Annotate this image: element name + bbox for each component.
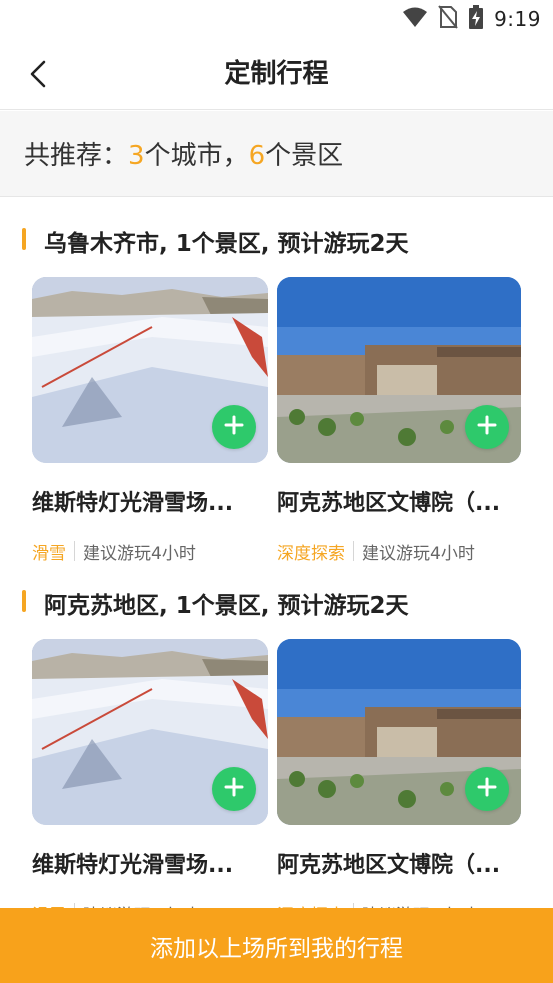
attraction-card[interactable]: 维斯特灯光滑雪场... 滑雪 建议游玩4小时	[32, 639, 268, 926]
add-button[interactable]	[212, 767, 256, 811]
city-suffix: 个城市，	[144, 141, 249, 171]
meta-divider	[353, 541, 354, 561]
attraction-card[interactable]: 维斯特灯光滑雪场... 滑雪 建议游玩4小时	[32, 277, 268, 564]
suggested-duration: 建议游玩4小时	[83, 543, 196, 564]
section-accent-bar	[22, 590, 26, 612]
meta-divider	[74, 541, 75, 561]
add-button[interactable]	[465, 405, 509, 449]
battery-charging-icon	[468, 5, 484, 33]
summary-prefix: 共推荐：	[24, 141, 129, 171]
attraction-tag: 滑雪	[32, 543, 66, 564]
section-title: 阿克苏地区, 1个景区, 预计游玩2天	[44, 593, 409, 619]
attraction-meta: 滑雪 建议游玩4小时	[32, 539, 196, 564]
attraction-name: 阿克苏地区文博院（...	[277, 853, 501, 878]
status-bar: 9:19	[0, 0, 553, 38]
attraction-card[interactable]: 阿克苏地区文博院（... 深度探索 建议游玩4小时	[277, 639, 521, 926]
add-to-itinerary-label: 添加以上场所到我的行程	[150, 935, 403, 962]
back-button[interactable]	[18, 56, 58, 96]
attraction-meta: 深度探索 建议游玩4小时	[277, 539, 475, 564]
museum-building-photo	[277, 277, 521, 463]
section-title: 乌鲁木齐市, 1个景区, 预计游玩2天	[44, 231, 409, 257]
wifi-icon	[402, 6, 428, 32]
recommendation-summary: 共推荐：3个城市，6个景区	[0, 111, 553, 197]
attraction-tag: 深度探索	[277, 543, 345, 564]
museum-building-photo	[277, 639, 521, 825]
section-header: 阿克苏地区, 1个景区, 预计游玩2天	[0, 578, 553, 622]
status-icons: 9:19	[402, 5, 541, 33]
nav-bar: 定制行程	[0, 38, 553, 110]
attraction-card[interactable]: 阿克苏地区文博院（... 深度探索 建议游玩4小时	[277, 277, 521, 564]
chevron-left-icon	[28, 59, 48, 93]
attraction-name: 维斯特灯光滑雪场...	[32, 491, 234, 516]
page-title: 定制行程	[224, 59, 329, 89]
suggested-duration: 建议游玩4小时	[362, 543, 475, 564]
summary-text: 共推荐：3个城市，6个景区	[24, 135, 343, 172]
section-header: 乌鲁木齐市, 1个景区, 预计游玩2天	[0, 216, 553, 260]
add-button[interactable]	[465, 767, 509, 811]
add-button[interactable]	[212, 405, 256, 449]
attraction-name: 维斯特灯光滑雪场...	[32, 853, 234, 878]
plus-icon	[224, 777, 244, 801]
plus-icon	[224, 415, 244, 439]
add-to-itinerary-button[interactable]: 添加以上场所到我的行程	[0, 908, 553, 983]
spot-suffix: 个景区	[265, 141, 344, 171]
ski-slope-photo	[32, 639, 268, 825]
plus-icon	[477, 415, 497, 439]
ski-slope-photo	[32, 277, 268, 463]
spot-count: 6	[248, 141, 266, 171]
city-count: 3	[128, 141, 145, 171]
attraction-name: 阿克苏地区文博院（...	[277, 491, 501, 516]
no-sim-icon	[438, 5, 458, 33]
section-accent-bar	[22, 228, 26, 250]
plus-icon	[477, 777, 497, 801]
status-time: 9:19	[494, 7, 541, 31]
